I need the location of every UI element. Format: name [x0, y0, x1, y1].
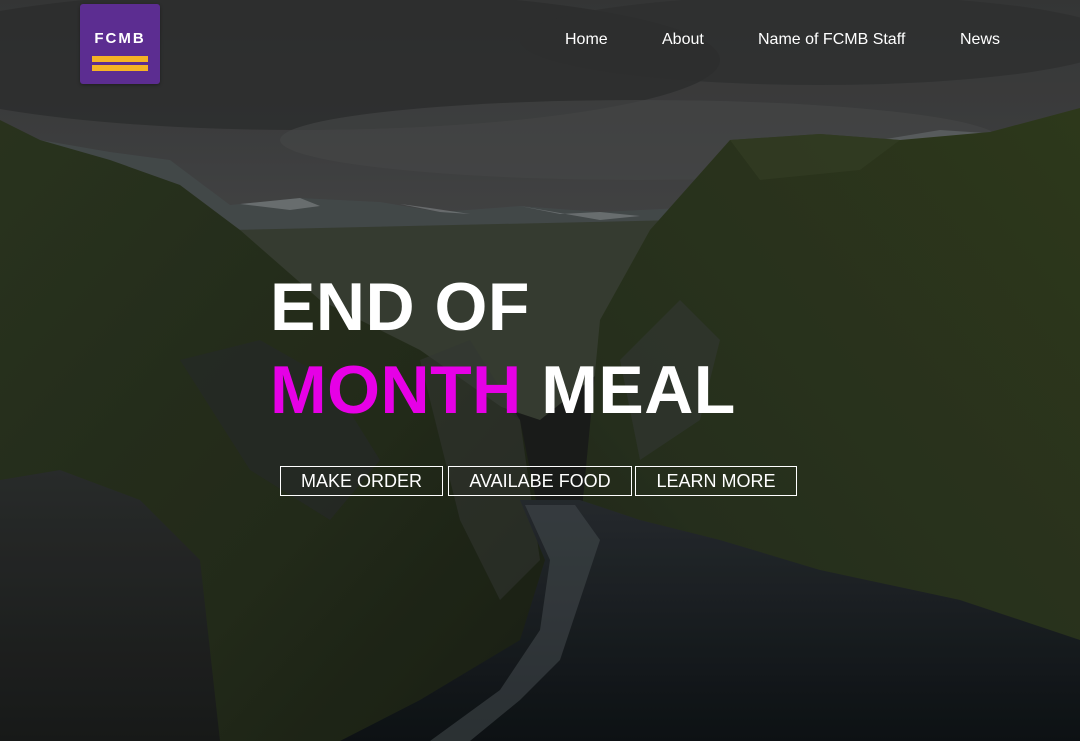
logo-stripe-top: [92, 56, 148, 62]
hero-headline-line1: END OF: [270, 269, 530, 345]
hero-section: FCMB Home About Name of FCMB Staff News …: [0, 0, 1080, 741]
learn-more-button[interactable]: LEARN MORE: [635, 466, 797, 496]
hero-headline-rest: MEAL: [541, 352, 736, 428]
nav-link-home[interactable]: Home: [565, 30, 608, 50]
nav-link-fcmb-staff[interactable]: Name of FCMB Staff: [758, 30, 905, 50]
nav-link-news[interactable]: News: [960, 30, 1000, 50]
main-navigation: Home About Name of FCMB Staff News: [0, 30, 1080, 50]
hero-headline-accent: MONTH: [270, 352, 522, 428]
available-food-button[interactable]: AVAILABE FOOD: [448, 466, 632, 496]
hero-headline-line2: MONTH MEAL: [270, 354, 736, 426]
logo-stripe-bottom: [92, 65, 148, 71]
make-order-button[interactable]: MAKE ORDER: [280, 466, 443, 496]
nav-link-about[interactable]: About: [662, 30, 704, 50]
